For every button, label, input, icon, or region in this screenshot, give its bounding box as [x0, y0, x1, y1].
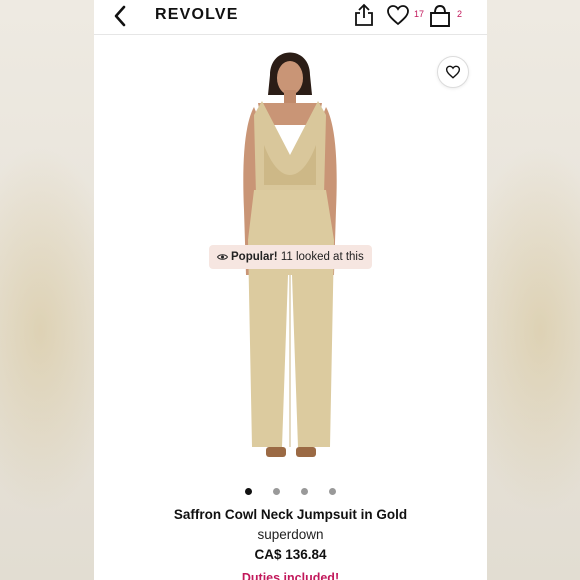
back-arrow-icon [114, 5, 126, 27]
bag-count: 2 [457, 9, 463, 19]
duties-note: Duties included! [241, 571, 340, 580]
share-button[interactable] [353, 3, 375, 27]
share-icon [355, 3, 373, 26]
carousel-dots [94, 488, 487, 496]
popular-label: Popular! [231, 251, 278, 263]
carousel-dot[interactable] [329, 488, 336, 495]
carousel-dot[interactable] [301, 488, 308, 495]
carousel-dot[interactable] [245, 488, 252, 495]
product-image-carousel[interactable]: Popular! 11 looked at this [94, 35, 487, 480]
product-name: Saffron Cowl Neck Jumpsuit in Gold [173, 507, 408, 522]
back-button[interactable] [110, 4, 132, 28]
top-navigation-bar: REVOLVE 17 2 [94, 0, 487, 35]
heart-icon [387, 5, 409, 26]
phone-screen: REVOLVE 17 2 Popular! 11 looked at this … [94, 0, 487, 580]
product-price: CA$ 136.84 [254, 547, 327, 562]
shopping-bag-icon [430, 5, 450, 27]
brand-name[interactable]: superdown [94, 527, 487, 542]
heart-icon [445, 65, 461, 79]
revolve-logo[interactable]: REVOLVE [155, 6, 239, 24]
wishlist-button[interactable] [386, 4, 410, 26]
popular-text: 11 looked at this [277, 251, 364, 263]
shopping-bag-button[interactable] [429, 4, 451, 28]
eye-icon [216, 254, 229, 260]
popular-badge: Popular! 11 looked at this [209, 245, 372, 269]
carousel-dot[interactable] [273, 488, 280, 495]
wishlist-count: 17 [414, 9, 425, 19]
favorite-button[interactable] [437, 56, 469, 88]
